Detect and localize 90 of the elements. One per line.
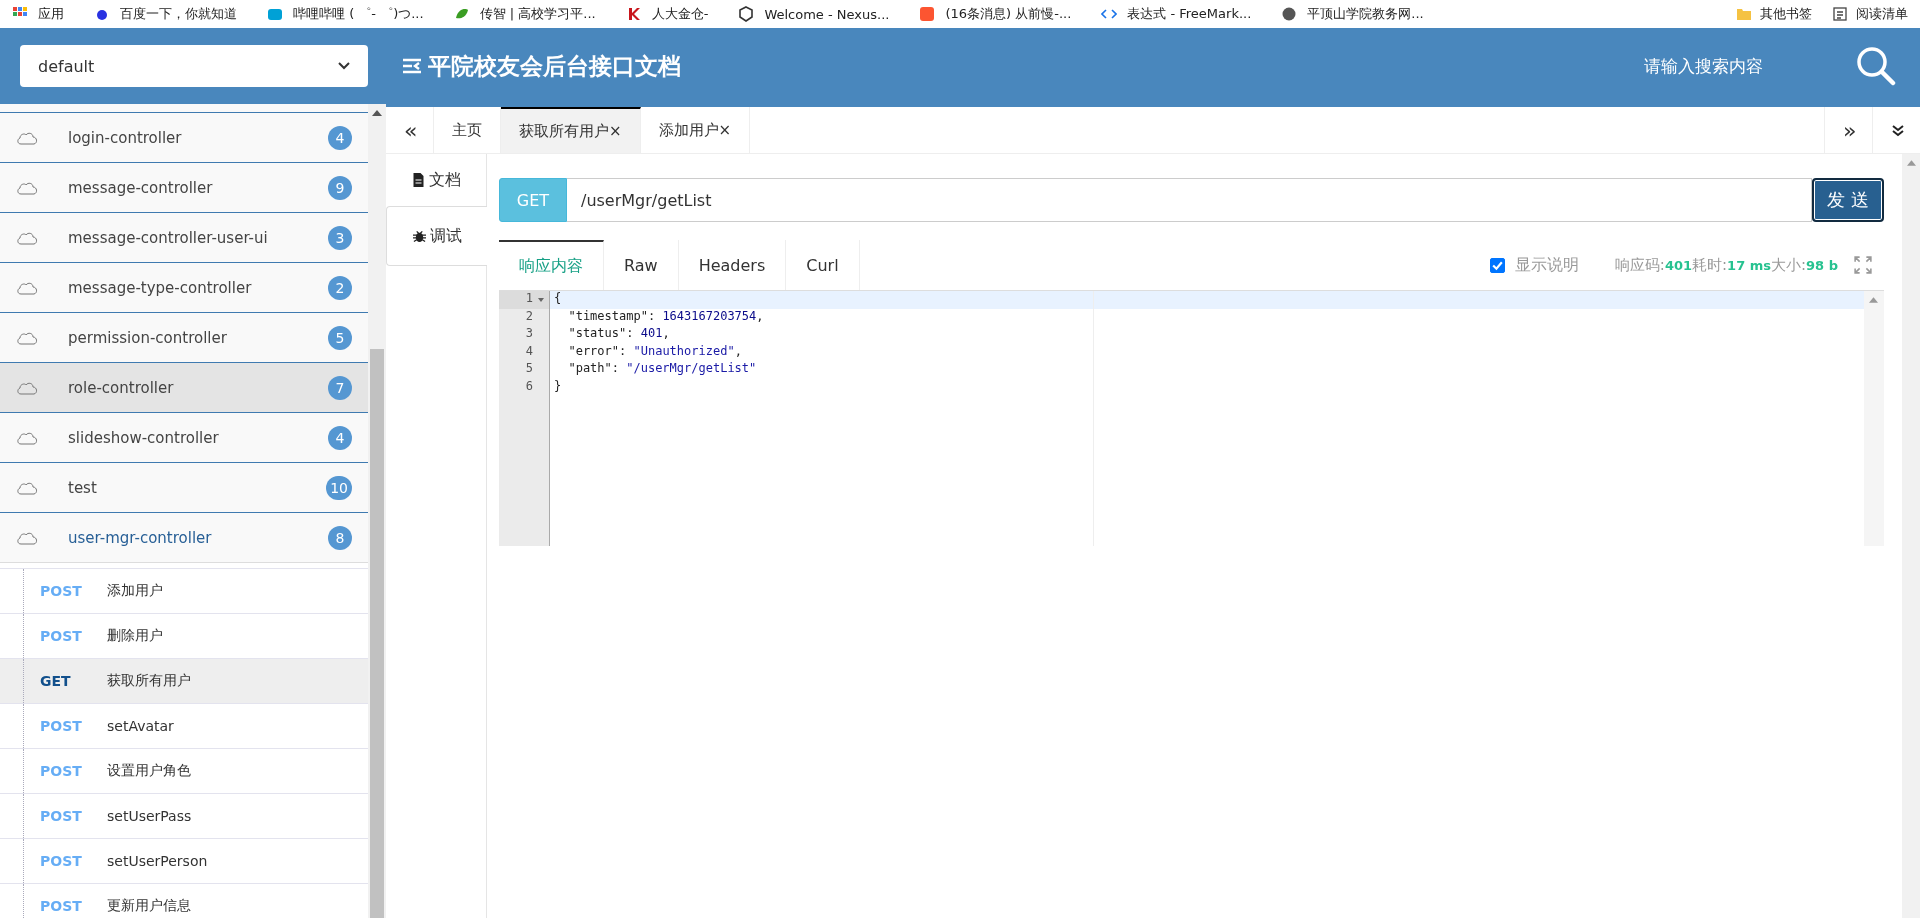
count-badge: 4	[328, 125, 352, 150]
bookmark-link[interactable]: (16条消息) 从前慢-...	[919, 5, 1072, 23]
controller-item[interactable]: message-controller-user-ui 3	[0, 212, 368, 262]
double-chevron-down-icon	[1891, 123, 1905, 138]
count-badge: 2	[328, 275, 352, 300]
endpoint-name: 删除用户	[107, 627, 163, 645]
site-icon	[738, 6, 755, 22]
endpoint-name: setAvatar	[107, 718, 174, 734]
api-cloud-icon	[16, 480, 40, 495]
scrollbar[interactable]	[368, 104, 386, 918]
line-number: 1	[499, 291, 549, 309]
fullscreen-icon[interactable]	[1854, 256, 1872, 274]
document-icon	[411, 173, 425, 187]
api-cloud-icon	[16, 380, 40, 395]
endpoint-item[interactable]: GET 获取所有用户	[0, 658, 368, 703]
method-label: POST	[40, 628, 83, 644]
method-label: POST	[40, 808, 83, 824]
url-field[interactable]: /userMgr/getList	[567, 178, 1812, 222]
bookmark-link[interactable]: 其他书签	[1736, 5, 1812, 23]
endpoint-name: setUserPerson	[107, 853, 208, 869]
group-select[interactable]: default	[20, 45, 368, 87]
controller-item[interactable]: message-controller 9	[0, 162, 368, 212]
count-badge: 10	[326, 475, 352, 500]
site-icon	[267, 6, 283, 22]
method-label: POST	[40, 853, 83, 869]
code-line: "timestamp": 1643167203754,	[567, 308, 765, 325]
bookmark-link[interactable]: 人大金仓-	[625, 5, 709, 23]
side-tab[interactable]: 调试	[386, 206, 487, 266]
bug-icon	[412, 229, 426, 243]
controller-item[interactable]: slideshow-controller 4	[0, 412, 368, 462]
api-cloud-icon	[16, 330, 40, 345]
controller-item[interactable]: login-controller 4	[0, 112, 368, 162]
endpoint-name: 获取所有用户	[107, 672, 191, 690]
count-badge: 8	[328, 525, 352, 550]
checkbox[interactable]	[1489, 257, 1505, 273]
code-line: }	[553, 378, 563, 395]
endpoint-name: setUserPass	[107, 808, 192, 824]
method-badge: GET	[499, 178, 567, 222]
chevron-down-icon	[338, 62, 350, 70]
scroll-up-icon[interactable]	[372, 110, 382, 116]
api-cloud-icon	[16, 530, 40, 545]
endpoint-name: 添加用户	[107, 582, 163, 600]
api-cloud-icon	[16, 130, 40, 145]
endpoint-name: 更新用户信息	[107, 897, 191, 915]
api-cloud-icon	[16, 180, 40, 195]
list-icon	[1832, 6, 1848, 22]
api-cloud-icon	[16, 230, 40, 245]
code-line: "path": "/userMgr/getList"	[567, 361, 758, 377]
bookmark-link[interactable]: 百度一下，你就知道	[94, 5, 237, 23]
count-badge: 7	[328, 375, 352, 400]
response-stats: 响应码:401耗时:17 ms大小:98 b	[1614, 255, 1838, 275]
count-badge: 9	[328, 175, 352, 200]
menu-icon[interactable]	[402, 58, 422, 74]
site-icon	[919, 6, 936, 22]
controller-item[interactable]: test 10	[0, 462, 368, 512]
send-button[interactable]: 发 送	[1812, 178, 1884, 222]
bookmark-link[interactable]: 表达式 - FreeMark...	[1101, 5, 1252, 23]
count-badge: 3	[328, 225, 352, 250]
line-number: 6	[524, 378, 534, 395]
method-label: GET	[40, 673, 72, 689]
endpoint-name: 设置用户角色	[107, 762, 191, 780]
line-number: 2	[524, 308, 534, 325]
method-label: POST	[40, 763, 83, 779]
count-badge: 5	[328, 325, 352, 350]
method-label: POST	[40, 718, 83, 734]
bookmark-link[interactable]: Welcome - Nexus...	[738, 6, 890, 22]
folder-icon	[1736, 6, 1752, 22]
code-line: "error": "Unauthorized",	[567, 343, 743, 360]
api-cloud-icon	[16, 280, 40, 295]
count-badge: 4	[328, 425, 352, 450]
bookmark-link[interactable]: 哔哩哔哩 ( ゜- ゜)つ...	[267, 5, 424, 23]
line-number: 4	[524, 343, 534, 360]
bookmark-link[interactable]: 阅读清单	[1832, 5, 1908, 23]
site-icon	[1281, 6, 1298, 22]
api-cloud-icon	[16, 430, 40, 445]
search-field[interactable]: 请输入搜索内容	[1642, 55, 1816, 77]
controller-item[interactable]: message-type-controller 2	[0, 262, 368, 312]
page-title: 平院校友会后台接口文档	[428, 51, 681, 81]
search-icon[interactable]	[1856, 46, 1896, 86]
fold-icon[interactable]	[538, 298, 544, 302]
line-number: 5	[524, 361, 534, 377]
bookmark-link[interactable]: 平顶山学院教务网...	[1281, 5, 1424, 23]
bookmark-link[interactable]: 传智 | 高校学习平...	[453, 5, 596, 23]
line-number: 3	[524, 326, 534, 342]
controller-item[interactable]: role-controller 7	[0, 362, 368, 412]
bookmark-link[interactable]: 应用	[12, 5, 64, 23]
code-line: "status": 401,	[567, 326, 671, 342]
method-label: POST	[40, 583, 83, 599]
method-label: POST	[40, 898, 83, 914]
tab[interactable]: 获取所有用户×	[501, 107, 641, 153]
